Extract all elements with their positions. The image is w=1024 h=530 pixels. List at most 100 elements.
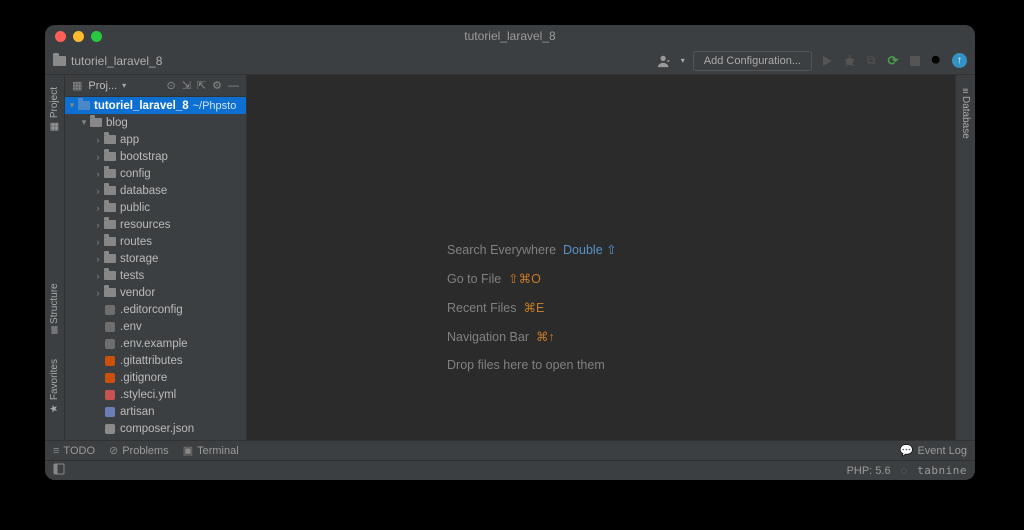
problems-tool-tab[interactable]: ⊘Problems: [109, 444, 169, 457]
tree-row[interactable]: › tests: [65, 267, 246, 284]
star-icon: ★: [49, 403, 60, 414]
folder-icon: [104, 271, 116, 280]
file-icon: [105, 356, 115, 366]
tree-row[interactable]: artisan: [65, 403, 246, 420]
tree-row[interactable]: .gitattributes: [65, 352, 246, 369]
chevron-right-icon[interactable]: ›: [93, 237, 103, 247]
hint-search-everywhere: Search Everywhere Double ⇧: [447, 242, 617, 257]
tree-row[interactable]: › routes: [65, 233, 246, 250]
tree-row[interactable]: .styleci.yml: [65, 386, 246, 403]
window-title: tutoriel_laravel_8: [45, 29, 975, 43]
chevron-right-icon[interactable]: ›: [93, 288, 103, 298]
favorites-tool-tab[interactable]: ★ Favorites: [49, 353, 60, 420]
coverage-icon[interactable]: ⧉: [864, 54, 878, 68]
folder-icon: [104, 152, 116, 161]
tree-row[interactable]: ›config: [65, 165, 246, 182]
file-icon: [105, 390, 115, 400]
tree-row[interactable]: ›public: [65, 199, 246, 216]
select-opened-file-icon[interactable]: ⊙: [163, 79, 178, 92]
tree-item-label: app: [120, 134, 139, 146]
file-icon: [105, 339, 115, 349]
chevron-right-icon[interactable]: ›: [93, 169, 103, 179]
run-icon[interactable]: [820, 54, 834, 68]
hint-drop-files: Drop files here to open them: [447, 358, 605, 372]
tree-item-label: .gitignore: [120, 372, 167, 384]
settings-icon[interactable]: ⚙: [209, 79, 225, 92]
project-tool-tab[interactable]: ▦ Project: [49, 81, 60, 138]
code-with-me-icon[interactable]: [657, 54, 671, 68]
todo-tool-tab[interactable]: ≡TODO: [53, 445, 95, 457]
breadcrumb[interactable]: tutoriel_laravel_8: [53, 54, 162, 68]
tree-item-label: .styleci.yml: [120, 389, 176, 401]
title-bar[interactable]: tutoriel_laravel_8: [45, 25, 975, 47]
main-toolbar: tutoriel_laravel_8 ▾ Add Configuration..…: [45, 47, 975, 75]
tree-row[interactable]: ›resources: [65, 216, 246, 233]
project-tree[interactable]: ▾ tutoriel_laravel_8 ~/Phpsto ▾blog›app›…: [65, 97, 246, 440]
expand-all-icon[interactable]: ⇲: [179, 79, 194, 92]
database-tool-tab[interactable]: ≡ Database: [960, 81, 971, 145]
event-log-tab[interactable]: 💬Event Log: [900, 444, 967, 457]
tree-row[interactable]: .gitignore: [65, 369, 246, 386]
debug-icon[interactable]: [842, 54, 856, 68]
chevron-right-icon[interactable]: ›: [93, 135, 103, 145]
file-icon: [105, 305, 115, 315]
chevron-right-icon[interactable]: ›: [93, 271, 103, 281]
maximize-window-button[interactable]: [91, 31, 102, 42]
chevron-right-icon[interactable]: ›: [93, 254, 103, 264]
minimize-window-button[interactable]: [73, 31, 84, 42]
add-configuration-button[interactable]: Add Configuration...: [693, 51, 812, 71]
hide-panel-icon[interactable]: —: [225, 80, 242, 92]
file-icon: [105, 373, 115, 383]
tree-item-label: bootstrap: [120, 151, 168, 163]
tree-row[interactable]: › database: [65, 182, 246, 199]
chevron-right-icon[interactable]: ›: [93, 186, 103, 196]
chevron-down-icon[interactable]: ▾: [681, 56, 685, 65]
tree-row[interactable]: .env: [65, 318, 246, 335]
tree-row[interactable]: .env.example: [65, 335, 246, 352]
hint-navigation-bar: Navigation Bar ⌘↑: [447, 329, 555, 344]
stop-icon[interactable]: [908, 54, 922, 68]
chevron-right-icon[interactable]: ›: [93, 203, 103, 213]
traffic-lights: [45, 31, 102, 42]
tree-row[interactable]: .editorconfig: [65, 301, 246, 318]
chevron-down-icon[interactable]: ▾: [67, 100, 77, 111]
tabnine-status[interactable]: tabnine: [917, 464, 967, 477]
tree-item-label: composer.json: [120, 423, 194, 435]
tree-item-label: routes: [120, 236, 152, 248]
tree-row[interactable]: ›vendor: [65, 284, 246, 301]
tool-windows-toggle-icon[interactable]: [53, 463, 65, 478]
tree-row[interactable]: composer.json: [65, 420, 246, 437]
tree-row[interactable]: › bootstrap: [65, 148, 246, 165]
folder-icon: [104, 220, 116, 229]
updates-available-icon[interactable]: ↑: [952, 53, 967, 68]
tree-item-label: database: [120, 185, 167, 197]
tree-root-row[interactable]: ▾ tutoriel_laravel_8 ~/Phpsto: [65, 97, 246, 114]
project-panel-header: ▦ Proj... ▾ ⊙ ⇲ ⇱ ⚙ —: [65, 75, 246, 97]
file-icon: [105, 322, 115, 332]
tree-row[interactable]: › app: [65, 131, 246, 148]
terminal-icon: ▣: [183, 444, 193, 457]
folder-icon: [104, 135, 116, 144]
chevron-down-icon[interactable]: ▾: [122, 81, 126, 90]
editor-empty-state[interactable]: Search Everywhere Double ⇧ Go to File ⇧⌘…: [247, 75, 955, 440]
tree-row[interactable]: ›storage: [65, 250, 246, 267]
structure-tool-tab[interactable]: ≣ Structure: [49, 277, 60, 341]
folder-icon: [104, 203, 116, 212]
collapse-all-icon[interactable]: ⇱: [194, 79, 209, 92]
search-icon[interactable]: [930, 54, 944, 68]
terminal-tool-tab[interactable]: ▣Terminal: [183, 444, 239, 457]
close-window-button[interactable]: [55, 31, 66, 42]
php-version-status[interactable]: PHP: 5.6: [847, 465, 891, 477]
tree-item-label: artisan: [120, 406, 155, 418]
chevron-right-icon[interactable]: ›: [93, 152, 103, 162]
chevron-right-icon[interactable]: ›: [93, 220, 103, 230]
tree-row[interactable]: ▾blog: [65, 114, 246, 131]
tabnine-icon: ◌: [901, 465, 908, 477]
tree-item-label: tests: [120, 270, 144, 282]
folder-icon: [53, 56, 66, 66]
left-tool-gutter: ▦ Project ≣ Structure ★ Favorites: [45, 75, 65, 440]
project-panel-title[interactable]: Proj...: [88, 80, 117, 92]
chevron-down-icon[interactable]: ▾: [79, 117, 89, 128]
update-project-icon[interactable]: ⟳: [886, 54, 900, 68]
bottom-tool-tabs: ≡TODO ⊘Problems ▣Terminal 💬Event Log: [45, 440, 975, 460]
